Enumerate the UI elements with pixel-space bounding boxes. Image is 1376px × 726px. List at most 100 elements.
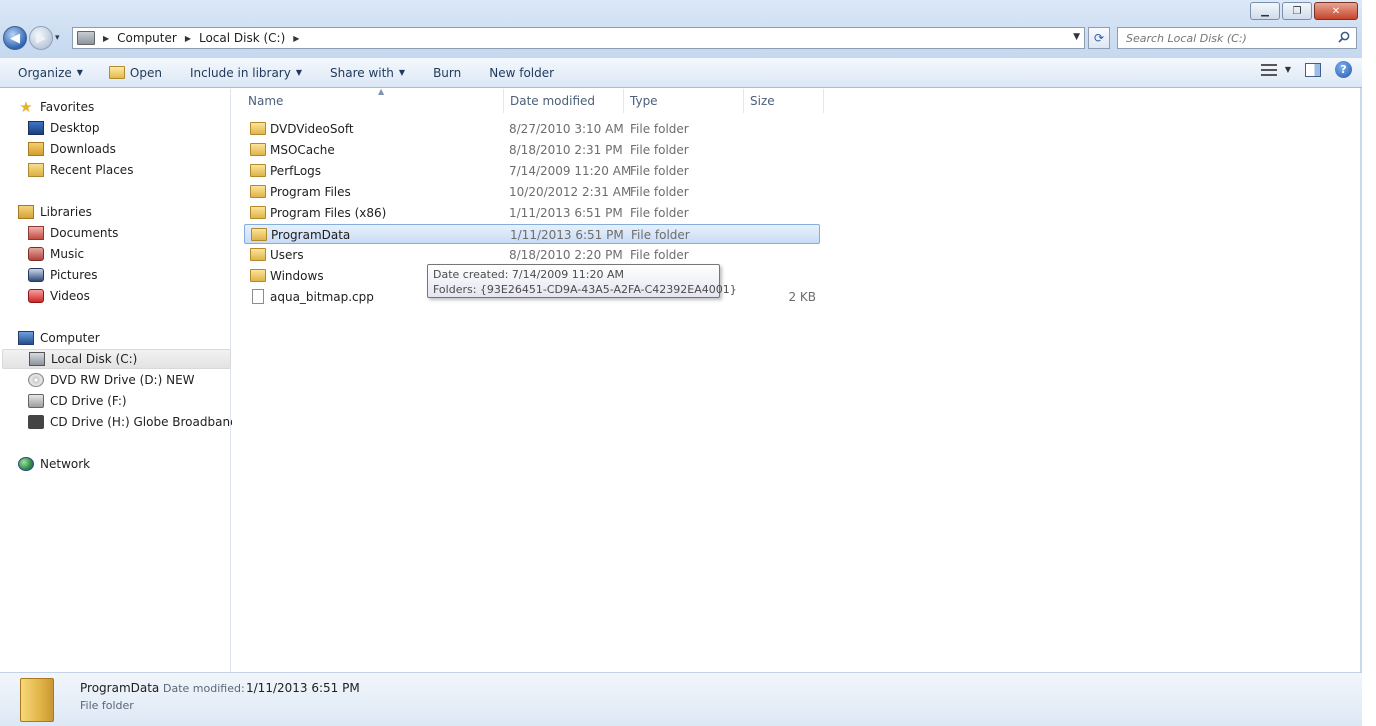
sidebar-item-documents[interactable]: Documents bbox=[28, 223, 257, 243]
recent-pages-dropdown[interactable]: ▾ bbox=[55, 33, 60, 43]
close-button[interactable]: ✕ bbox=[1314, 2, 1358, 20]
file-date: 8/18/2010 2:20 PM bbox=[509, 248, 623, 262]
folder-icon bbox=[250, 122, 266, 135]
sidebar-item-recent-places[interactable]: Recent Places bbox=[28, 160, 257, 180]
search-icon[interactable] bbox=[1338, 31, 1350, 43]
file-size: 2 KB bbox=[788, 290, 816, 304]
table-row[interactable]: Program Files 10/20/2012 2:31 AM File fo… bbox=[244, 182, 820, 202]
table-row[interactable]: Program Files (x86) 1/11/2013 6:51 PM Fi… bbox=[244, 203, 820, 223]
table-row[interactable]: DVDVideoSoft 8/27/2010 3:10 AM File fold… bbox=[244, 119, 820, 139]
folder-icon bbox=[250, 143, 266, 156]
file-type: File folder bbox=[630, 143, 689, 157]
forward-button[interactable]: ▶ bbox=[29, 26, 53, 50]
table-row[interactable]: Users 8/18/2010 2:20 PM File folder bbox=[244, 245, 820, 265]
address-bar[interactable]: ▶ Computer ▶ Local Disk (C:) ▶ ▼ bbox=[72, 27, 1085, 49]
file-type: File folder bbox=[631, 228, 690, 242]
open-button[interactable]: Open bbox=[101, 61, 170, 85]
file-name: Program Files (x86) bbox=[270, 206, 387, 220]
change-view-button[interactable]: ▼ bbox=[1260, 63, 1291, 76]
back-button[interactable]: ◀ bbox=[3, 26, 27, 50]
folder-icon bbox=[250, 269, 266, 282]
sidebar-item-local-disk-c[interactable]: Local Disk (C:) bbox=[2, 349, 231, 369]
open-folder-icon bbox=[108, 66, 125, 79]
folder-tooltip: Date created: 7/14/2009 11:20 AM Folders… bbox=[427, 264, 737, 298]
help-icon[interactable]: ? bbox=[1335, 61, 1352, 78]
file-date: 1/11/2013 6:51 PM bbox=[509, 206, 623, 220]
sidebar-item-desktop[interactable]: Desktop bbox=[28, 118, 257, 138]
sidebar-item-videos[interactable]: Videos bbox=[28, 286, 257, 306]
computer-icon bbox=[18, 331, 34, 345]
table-row[interactable]: PerfLogs 7/14/2009 11:20 AM File folder bbox=[244, 161, 820, 181]
folder-icon bbox=[250, 206, 266, 219]
view-controls: ▼ ? bbox=[1260, 61, 1352, 78]
title-bar: ▁ ❐ ✕ ◀ ▶ ▾ ▶ Computer ▶ Local Disk (C:)… bbox=[0, 0, 1362, 58]
refresh-button[interactable]: ⟳ bbox=[1088, 27, 1110, 49]
sidebar-label: CD Drive (H:) Globe Broadband bbox=[50, 415, 238, 429]
breadcrumb-computer[interactable]: Computer bbox=[117, 31, 177, 45]
table-row-selected[interactable]: ProgramData 1/11/2013 6:51 PM File folde… bbox=[244, 224, 820, 244]
maximize-button[interactable]: ❐ bbox=[1282, 2, 1312, 20]
search-input[interactable] bbox=[1118, 28, 1328, 48]
file-type: File folder bbox=[630, 248, 689, 262]
chevron-down-icon: ▼ bbox=[295, 68, 302, 77]
include-in-library-button[interactable]: Include in library ▼ bbox=[182, 61, 310, 85]
file-type: File folder bbox=[630, 122, 689, 136]
column-header-size[interactable]: Size bbox=[744, 89, 824, 113]
sidebar-item-favorites[interactable]: ★ Favorites bbox=[18, 97, 247, 117]
organize-button[interactable]: Organize ▼ bbox=[10, 61, 91, 85]
file-type: File folder bbox=[630, 185, 689, 199]
file-date: 8/27/2010 3:10 AM bbox=[509, 122, 624, 136]
share-with-button[interactable]: Share with ▼ bbox=[322, 61, 413, 85]
file-date: 10/20/2012 2:31 AM bbox=[509, 185, 632, 199]
recent-places-icon bbox=[28, 163, 44, 177]
sidebar-item-cd-drive-f[interactable]: CD Drive (F:) bbox=[28, 391, 257, 411]
organize-label: Organize bbox=[18, 65, 72, 80]
sidebar-item-pictures[interactable]: Pictures bbox=[28, 265, 257, 285]
drive-icon bbox=[77, 31, 95, 45]
sidebar-item-network[interactable]: Network bbox=[18, 454, 247, 474]
file-date: 1/11/2013 6:51 PM bbox=[510, 228, 624, 242]
sidebar-item-libraries[interactable]: Libraries bbox=[18, 202, 247, 222]
sidebar-label: Pictures bbox=[50, 268, 98, 282]
folder-icon bbox=[250, 164, 266, 177]
file-name: ProgramData bbox=[271, 228, 351, 242]
sidebar-item-downloads[interactable]: Downloads bbox=[28, 139, 257, 159]
chevron-right-icon[interactable]: ▶ bbox=[103, 34, 109, 43]
videos-icon bbox=[28, 289, 44, 303]
sidebar-label: Videos bbox=[50, 289, 90, 303]
sidebar-label: Desktop bbox=[50, 121, 100, 135]
folder-icon bbox=[250, 185, 266, 198]
sidebar-label: Music bbox=[50, 247, 85, 261]
chevron-right-icon[interactable]: ▶ bbox=[293, 34, 299, 43]
table-row[interactable]: MSOCache 8/18/2010 2:31 PM File folder bbox=[244, 140, 820, 160]
file-name: Windows bbox=[270, 269, 324, 283]
file-icon bbox=[252, 289, 264, 304]
sidebar-item-computer[interactable]: Computer bbox=[18, 328, 247, 348]
tooltip-date-created: Date created: 7/14/2009 11:20 AM bbox=[433, 268, 625, 281]
modem-drive-icon bbox=[28, 415, 44, 429]
column-header-type[interactable]: Type bbox=[624, 89, 744, 113]
sidebar-label: Network bbox=[40, 457, 91, 471]
burn-button[interactable]: Burn bbox=[425, 61, 469, 85]
breadcrumb-local-disk[interactable]: Local Disk (C:) bbox=[199, 31, 285, 45]
sidebar-item-cd-drive-h[interactable]: CD Drive (H:) Globe Broadband bbox=[28, 412, 257, 432]
file-name: MSOCache bbox=[270, 143, 335, 157]
pictures-icon bbox=[28, 268, 44, 282]
file-name: DVDVideoSoft bbox=[270, 122, 354, 136]
preview-pane-icon[interactable] bbox=[1305, 62, 1321, 77]
drive-icon bbox=[29, 352, 45, 366]
new-folder-button[interactable]: New folder bbox=[481, 61, 562, 85]
search-box[interactable] bbox=[1117, 27, 1357, 49]
chevron-right-icon[interactable]: ▶ bbox=[185, 34, 191, 43]
minimize-button[interactable]: ▁ bbox=[1250, 2, 1280, 20]
column-header-name[interactable]: Name ▲ bbox=[242, 87, 504, 113]
open-label: Open bbox=[129, 65, 162, 80]
sidebar-item-music[interactable]: Music bbox=[28, 244, 257, 264]
cd-drive-icon bbox=[28, 394, 44, 408]
documents-icon bbox=[28, 226, 44, 240]
sidebar-label: Computer bbox=[40, 331, 100, 345]
address-dropdown-icon[interactable]: ▼ bbox=[1073, 32, 1080, 42]
sidebar-item-dvd-rw-drive-d[interactable]: DVD RW Drive (D:) NEW bbox=[28, 370, 257, 390]
column-header-date-modified[interactable]: Date modified bbox=[504, 89, 624, 113]
sidebar-label: Recent Places bbox=[50, 163, 134, 177]
